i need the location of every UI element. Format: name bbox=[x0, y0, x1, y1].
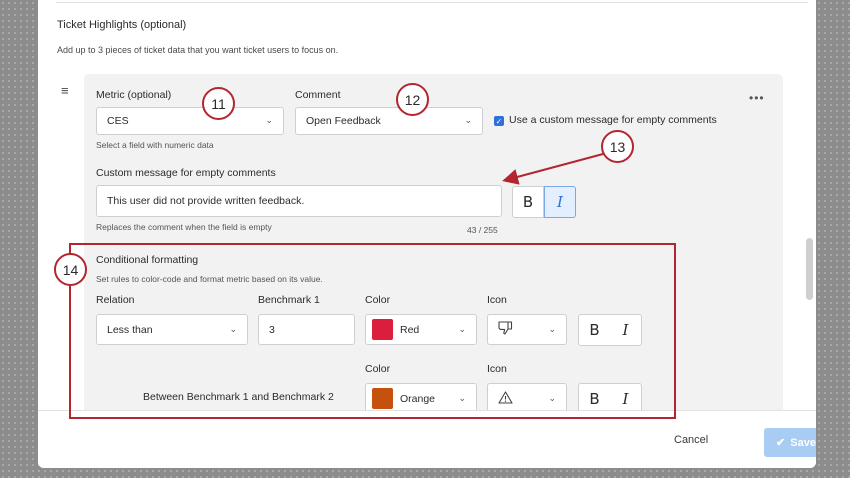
callout-arrow bbox=[502, 153, 604, 185]
callout-14: 14 bbox=[54, 253, 87, 286]
callout-11: 11 bbox=[202, 87, 235, 120]
callout-13: 13 bbox=[601, 130, 634, 163]
callout-12: 12 bbox=[396, 83, 429, 116]
